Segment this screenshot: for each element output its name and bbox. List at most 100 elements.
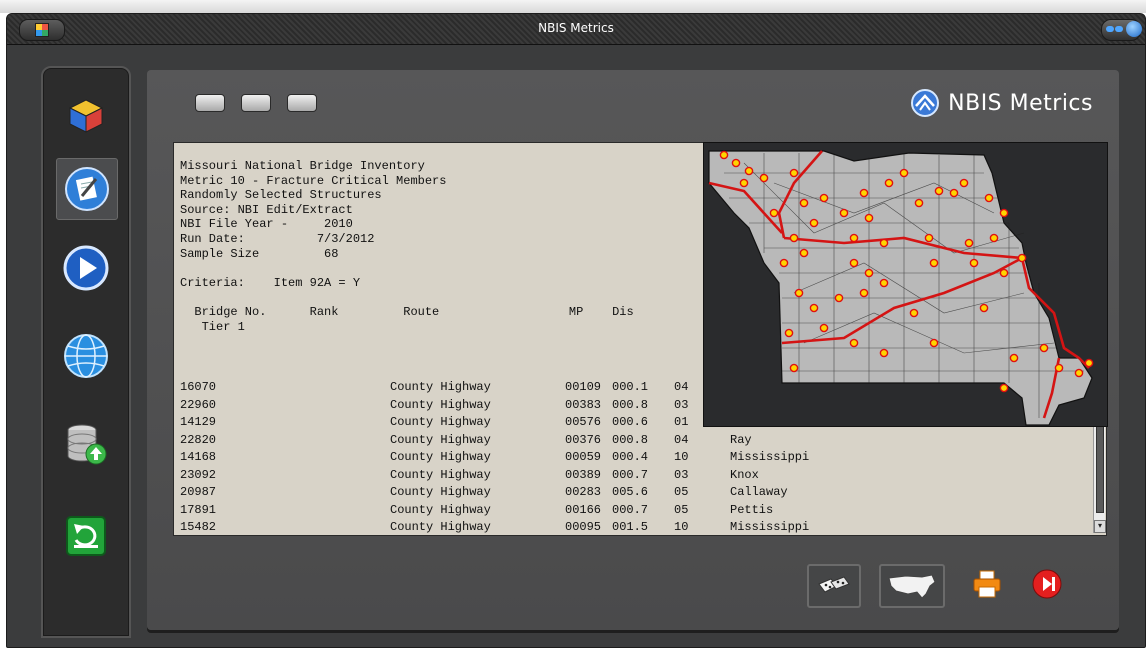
bridge-marker [909, 308, 919, 318]
bridge-marker [789, 233, 799, 243]
cell-route-no: 00109 [565, 380, 602, 394]
bridge-marker [779, 258, 789, 268]
toolbar-button-2[interactable] [241, 94, 271, 112]
app-window: NBIS Metrics NBIS Metrics Missouri Natio… [6, 13, 1146, 648]
cell-route-no: 00576 [565, 415, 602, 429]
bridge-marker [934, 186, 944, 196]
bridge-marker [989, 233, 999, 243]
cell-route-no: 00389 [565, 467, 602, 482]
print-button[interactable] [965, 564, 1009, 604]
cell-county: Callaway [730, 485, 788, 499]
bridge-marker [819, 323, 829, 333]
restore-icon[interactable] [1115, 26, 1123, 32]
cell-dist: 10 [674, 450, 689, 464]
cell-mp: 005.6 [612, 485, 649, 499]
bridge-marker [929, 258, 939, 268]
cell-dist: 05 [674, 502, 689, 517]
bridge-marker [979, 303, 989, 313]
window-controls[interactable] [1101, 19, 1142, 41]
toolbar-button-3[interactable] [287, 94, 317, 112]
cell-route-no: 00095 [565, 520, 602, 534]
cell-route: County Highway [390, 502, 491, 517]
cell-route: County Highway [390, 467, 491, 482]
bridge-marker [969, 258, 979, 268]
bridge-marker [719, 150, 729, 160]
cell-dist: 04 [674, 380, 689, 394]
bridge-marker [949, 188, 959, 198]
cell-mp: 000.4 [612, 450, 649, 464]
refresh-icon [66, 516, 106, 556]
toolbar-button-1[interactable] [195, 94, 225, 112]
bridge-marker [959, 178, 969, 188]
bridge-marker [964, 238, 974, 248]
desktop-strip [0, 0, 1146, 13]
bridge-marker [744, 166, 754, 176]
random-sample-button[interactable] [807, 564, 861, 608]
bridge-marker [924, 233, 934, 243]
bridge-marker [864, 268, 874, 278]
sidebar-item-edit[interactable] [56, 158, 118, 220]
cell-route-no: 00376 [565, 432, 602, 447]
bridge-marker [789, 363, 799, 373]
missouri-bridge-map [703, 142, 1108, 427]
cell-bridge: 14129 [180, 415, 217, 429]
report-header: Missouri National Bridge Inventory Metri… [180, 159, 634, 334]
bridge-marker [884, 178, 894, 188]
report-scrollbar[interactable]: ▾ [1093, 423, 1106, 533]
sidebar-item-cube[interactable] [56, 86, 116, 146]
sidebar-item-play[interactable] [56, 238, 116, 298]
us-map-button[interactable] [879, 564, 945, 608]
sidebar-item-database[interactable] [56, 414, 116, 474]
cell-route-no: 00166 [565, 502, 602, 517]
window-title: NBIS Metrics [538, 21, 614, 35]
bridge-marker [929, 338, 939, 348]
bridge-marker [999, 208, 1009, 218]
cell-route: County Highway [390, 432, 491, 447]
cell-dist: 05 [674, 485, 689, 499]
globe-icon [64, 334, 108, 378]
bridge-marker [1084, 358, 1094, 368]
bridge-marker [1039, 343, 1049, 353]
bridge-marker [1054, 363, 1064, 373]
scroll-thumb[interactable] [1096, 425, 1104, 513]
bridge-marker [834, 293, 844, 303]
title-bar: NBIS Metrics [7, 14, 1145, 45]
cell-bridge: 16070 [180, 380, 217, 394]
cell-mp: 001.5 [612, 520, 649, 534]
bridge-marker [849, 338, 859, 348]
cell-route-no: 00059 [565, 450, 602, 464]
cell-mp: 000.7 [612, 467, 649, 482]
minimize-icon[interactable] [1106, 26, 1114, 32]
close-orb-icon[interactable] [1126, 21, 1142, 37]
bridge-marker [839, 208, 849, 218]
scroll-down-icon[interactable]: ▾ [1094, 520, 1106, 533]
bridge-marker [731, 158, 741, 168]
cell-dist: 04 [674, 432, 689, 447]
cell-bridge: 20987 [180, 485, 217, 499]
cell-dist: 10 [674, 520, 689, 534]
dice-icon [818, 576, 850, 593]
bridge-marker [914, 198, 924, 208]
sidebar [41, 66, 131, 638]
database-upload-icon [67, 424, 107, 465]
bridge-marker [1017, 253, 1027, 263]
bridge-marker [1009, 353, 1019, 363]
cell-route-no: 00383 [565, 397, 602, 412]
cell-mp: 000.8 [612, 432, 649, 447]
bridge-marker [809, 303, 819, 313]
cell-county: Pettis [730, 502, 774, 517]
map-svg [708, 150, 1094, 426]
cell-route: County Highway [390, 380, 491, 394]
bridge-marker [784, 328, 794, 338]
bridge-marker [809, 218, 819, 228]
sidebar-item-refresh[interactable] [56, 506, 116, 566]
cell-county: Mississippi [730, 520, 810, 534]
cell-county: Knox [730, 467, 759, 482]
main-panel: NBIS Metrics Missouri National Bridge In… [147, 70, 1119, 630]
cube-icon [68, 99, 104, 133]
bridge-marker [794, 288, 804, 298]
cell-bridge: 23092 [180, 467, 217, 482]
cell-mp: 000.7 [612, 502, 649, 517]
sidebar-item-globe[interactable] [56, 326, 116, 386]
exit-button[interactable] [1025, 564, 1069, 604]
